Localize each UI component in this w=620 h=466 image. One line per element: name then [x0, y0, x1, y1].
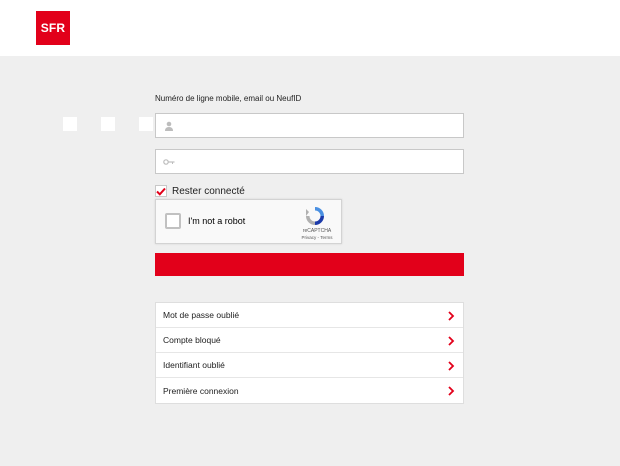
chevron-right-icon — [448, 361, 455, 371]
remember-checkbox[interactable] — [155, 185, 167, 197]
first-connection-link[interactable]: Première connexion — [156, 378, 463, 403]
recaptcha-checkbox[interactable] — [165, 213, 181, 229]
recaptcha-brand: reCAPTCHA — [302, 228, 332, 234]
header-bar: SFR — [0, 0, 620, 56]
username-field[interactable] — [155, 113, 464, 139]
link-label: Compte bloqué — [163, 335, 221, 345]
recaptcha-label: I'm not a robot — [188, 216, 246, 226]
account-blocked-link[interactable]: Compte bloqué — [156, 328, 463, 353]
link-label: Première connexion — [163, 385, 239, 396]
password-input[interactable] — [180, 150, 464, 175]
recaptcha-links[interactable]: Privacy - Terms — [294, 235, 340, 240]
forgot-identifier-link[interactable]: Identifiant oublié — [156, 353, 463, 378]
forgot-password-link[interactable]: Mot de passe oublié — [156, 303, 463, 328]
decorative-square — [139, 117, 153, 131]
login-submit-button[interactable] — [155, 253, 464, 276]
recaptcha-icon — [306, 207, 324, 225]
chevron-right-icon — [448, 311, 455, 321]
chevron-right-icon — [448, 336, 455, 346]
recaptcha-widget: I'm not a robot reCAPTCHA Privacy - Term… — [155, 199, 342, 244]
decorative-square — [63, 117, 77, 131]
user-icon — [165, 121, 173, 131]
help-links-list: Mot de passe oublié Compte bloqué Identi… — [155, 302, 464, 404]
remember-label: Rester connecté — [172, 185, 245, 197]
sfr-logo[interactable]: SFR — [36, 11, 70, 45]
username-input[interactable] — [180, 114, 464, 139]
login-label: Numéro de ligne mobile, email ou NeufID — [155, 94, 302, 103]
password-field[interactable] — [155, 149, 464, 175]
link-label: Mot de passe oublié — [163, 310, 240, 320]
decorative-square — [101, 117, 115, 131]
remember-me[interactable]: Rester connecté — [155, 184, 245, 198]
checkmark-icon — [156, 187, 166, 196]
key-icon — [163, 159, 175, 165]
chevron-right-icon — [448, 386, 455, 396]
link-label: Identifiant oublié — [163, 360, 225, 370]
